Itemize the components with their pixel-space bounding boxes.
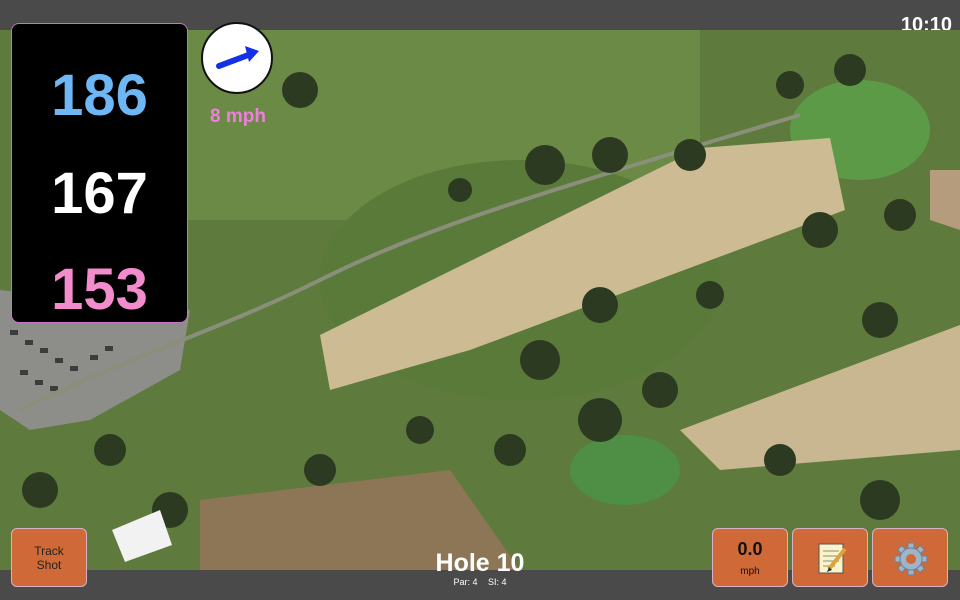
notepad-icon xyxy=(818,543,847,574)
yardage-panel: 186 167 153 xyxy=(11,23,188,323)
notes-button[interactable] xyxy=(792,528,868,587)
front-yardage: 153 xyxy=(51,257,148,322)
wind-indicator xyxy=(201,22,273,94)
back-yardage: 186 xyxy=(51,63,148,128)
hole-si: SI: 4 xyxy=(488,577,507,587)
track-shot-label: Track Shot xyxy=(34,543,64,572)
speed-button[interactable]: 0.0 mph xyxy=(712,528,788,587)
speed-value: 0.0 xyxy=(737,539,763,559)
hole-par: Par: 4 xyxy=(453,577,478,587)
middle-yardage: 167 xyxy=(51,161,148,226)
settings-button[interactable] xyxy=(872,528,948,587)
wind-arrow-icon xyxy=(216,46,259,69)
wind-speed: 8 mph xyxy=(210,106,266,127)
hole-title: Hole 10 xyxy=(435,549,525,577)
hole-info: Par: 4 SI: 4 xyxy=(380,577,580,587)
track-shot-button[interactable]: Track Shot xyxy=(11,528,87,587)
gear-icon xyxy=(894,542,928,576)
speed-unit: mph xyxy=(740,566,760,577)
